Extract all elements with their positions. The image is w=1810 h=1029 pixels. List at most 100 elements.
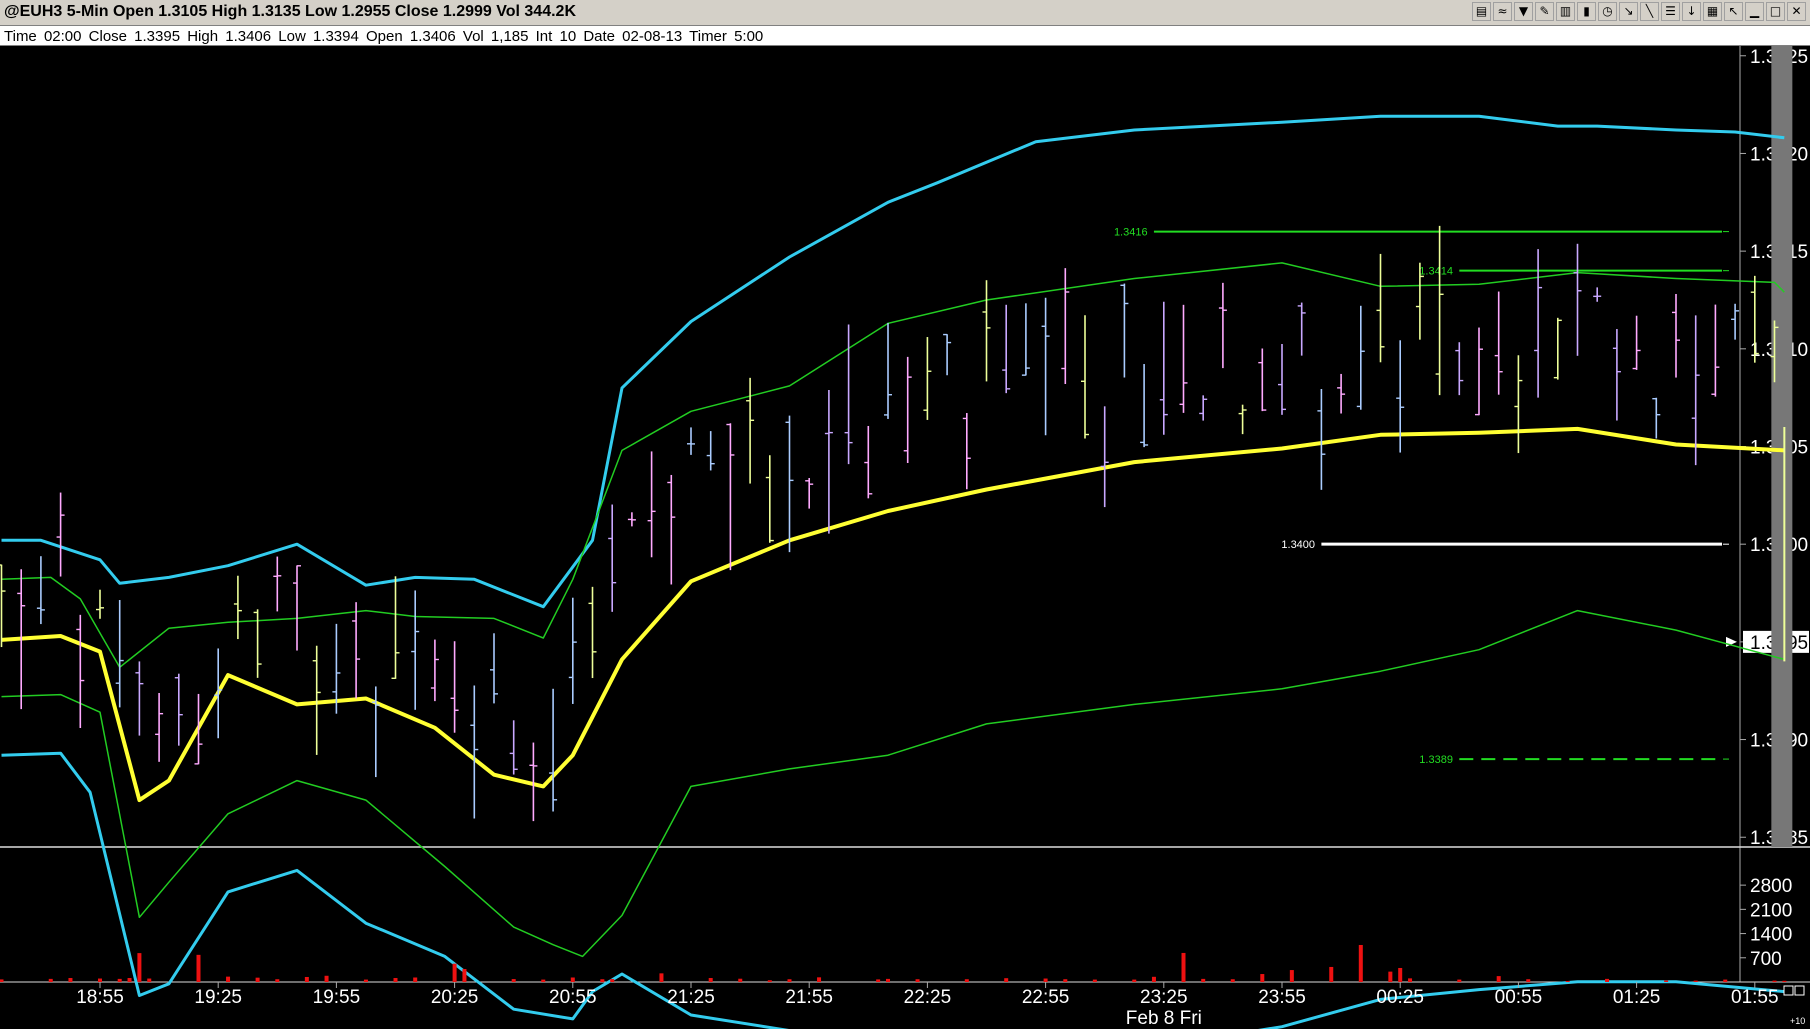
volume-bar: [117, 978, 122, 982]
clock-icon[interactable]: ◷: [1598, 2, 1617, 21]
volume-bar: [1526, 979, 1531, 982]
chart-background: [0, 46, 1810, 1029]
volume-tick-label: 2100: [1750, 900, 1792, 921]
volume-bar: [452, 963, 457, 982]
time-tick-label: 21:25: [667, 987, 715, 1008]
time-tick-label: 00:55: [1495, 987, 1543, 1008]
level-label: 1.3400: [1281, 539, 1315, 551]
volume-bar: [1063, 979, 1068, 982]
volume-bar: [570, 977, 575, 982]
chart-icon[interactable]: ▤: [1472, 2, 1491, 21]
volume-bar: [1201, 978, 1206, 982]
volume-bar: [1398, 967, 1403, 982]
level-label: 1.3416: [1114, 227, 1148, 239]
volume-bar: [255, 977, 260, 982]
volume-bar: [600, 979, 605, 982]
time-tick-label: 19:55: [313, 987, 361, 1008]
volume-bar: [68, 978, 73, 982]
toolbar: ▤ ≈ ▼ ✎ ▥ ▮ ◷ ↘ ╲ ☰ ↓ ▦ ↖ ▁ □ ✕: [1472, 2, 1806, 21]
volume-bar: [1782, 980, 1787, 982]
window-title: @EUH3 5-Min Open 1.3105 High 1.3135 Low …: [4, 3, 576, 20]
bar-chart-icon[interactable]: ▥: [1556, 2, 1575, 21]
volume-bar: [127, 978, 132, 982]
time-tick-label: 19:25: [194, 987, 242, 1008]
volume-bar: [1408, 978, 1413, 982]
volume-bar: [708, 978, 713, 982]
volume-bar: [196, 954, 201, 982]
volume-bar: [413, 977, 418, 982]
volume-bar: [1230, 979, 1235, 982]
volume-bar: [1723, 979, 1728, 982]
volume-bar: [1605, 978, 1610, 982]
volume-bar: [147, 978, 152, 982]
volume-bar: [393, 978, 398, 982]
volume-bar: [1457, 979, 1462, 982]
volume-bar: [511, 979, 516, 982]
time-tick-label: 20:25: [431, 987, 479, 1008]
volume-bar: [1181, 952, 1186, 982]
fib-arc-icon[interactable]: ≈: [1493, 2, 1512, 21]
volume-bar: [738, 978, 743, 982]
time-tick-label: 22:25: [904, 987, 952, 1008]
volume-bar: [659, 973, 664, 982]
time-tick-label: 21:55: [785, 987, 833, 1008]
volume-bar: [817, 977, 822, 982]
volume-tick-label: 1400: [1750, 925, 1792, 946]
volume-bar: [0, 979, 4, 982]
minimize-icon[interactable]: ▁: [1745, 2, 1764, 21]
volume-bar: [1329, 966, 1334, 982]
volume-bar: [1004, 978, 1009, 982]
volume-bar: [767, 980, 772, 982]
corner-label: +10: [1790, 1016, 1805, 1026]
volume-bar: [226, 976, 231, 982]
time-tick-label: 23:55: [1258, 987, 1306, 1008]
maximize-icon[interactable]: □: [1766, 2, 1785, 21]
current-bar-highlight: [1771, 46, 1793, 847]
pointer-icon[interactable]: ↖: [1724, 2, 1743, 21]
volume-bar: [324, 975, 329, 982]
date-label: Feb 8 Fri: [1126, 1008, 1202, 1029]
volume-bar: [915, 979, 920, 982]
price-chart[interactable]: 1.34251.34201.34151.34101.34051.34001.33…: [0, 46, 1810, 1029]
time-tick-label: 18:55: [76, 987, 124, 1008]
cursor-icon[interactable]: ↘: [1619, 2, 1638, 21]
filter-icon[interactable]: ▼: [1514, 2, 1533, 21]
volume-bar: [48, 978, 53, 982]
volume-bar: [1693, 980, 1698, 982]
volume-bar: [275, 979, 280, 982]
volume-bar: [787, 979, 792, 982]
window-titlebar: @EUH3 5-Min Open 1.3105 High 1.3135 Low …: [0, 0, 1810, 26]
volume-bar: [98, 978, 102, 982]
volume-bar: [462, 969, 467, 982]
arrow-down-icon[interactable]: ↓: [1682, 2, 1701, 21]
time-tick-label: 00:25: [1376, 987, 1424, 1008]
close-icon[interactable]: ✕: [1787, 2, 1806, 21]
time-tick-label: 01:55: [1731, 987, 1779, 1008]
candle-icon[interactable]: ▮: [1577, 2, 1596, 21]
volume-bar: [363, 979, 368, 982]
fib-icon[interactable]: ☰: [1661, 2, 1680, 21]
volume-bar: [1772, 980, 1777, 982]
volume-tick-label: 2800: [1750, 876, 1792, 897]
volume-tick-label: 700: [1750, 949, 1782, 970]
volume-bar: [137, 953, 142, 982]
volume-bar: [964, 979, 969, 982]
volume-bar: [1289, 970, 1294, 982]
volume-bar: [886, 978, 890, 982]
line-tool-icon[interactable]: ╲: [1640, 2, 1659, 21]
time-tick-label: 22:55: [1022, 987, 1070, 1008]
volume-bar: [1496, 976, 1501, 982]
level-label: 1.3389: [1419, 754, 1453, 766]
volume-bar: [541, 979, 546, 982]
volume-bar: [1151, 976, 1156, 982]
time-tick-label: 20:55: [549, 987, 597, 1008]
time-tick-label: 23:25: [1140, 987, 1188, 1008]
volume-bar: [1664, 980, 1669, 982]
volume-bar: [1132, 979, 1137, 982]
trash-icon[interactable]: ▦: [1703, 2, 1722, 21]
volume-bar: [876, 979, 881, 982]
bar-info-text: Time 02:00 Close 1.3395 High 1.3406 Low …: [4, 28, 764, 45]
volume-bar: [610, 979, 615, 982]
pencil-icon[interactable]: ✎: [1535, 2, 1554, 21]
time-tick-label: 01:25: [1613, 987, 1661, 1008]
